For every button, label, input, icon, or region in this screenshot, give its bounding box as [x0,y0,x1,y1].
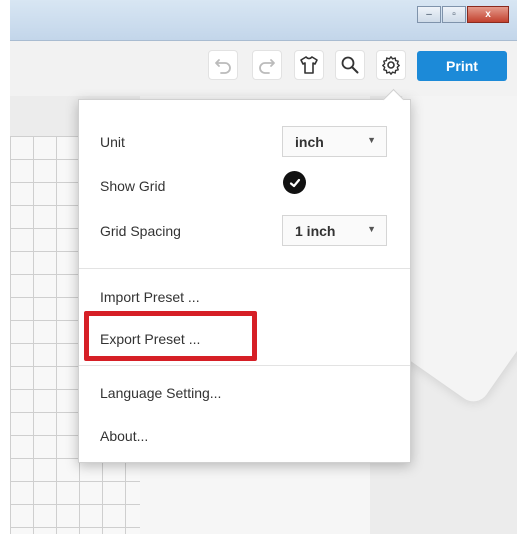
search-button[interactable] [335,50,365,80]
undo-button[interactable] [208,50,238,80]
toolbar: Print [10,41,517,96]
checkmark-icon [289,178,300,187]
show-grid-label: Show Grid [100,178,166,194]
gear-icon [382,56,400,75]
window-controls: – ▫ x [417,6,509,23]
tshirt-button[interactable] [294,50,324,80]
language-setting-item[interactable]: Language Setting... [100,385,221,401]
minimize-button[interactable]: – [417,6,441,23]
menu-divider [79,268,410,269]
grid-spacing-select[interactable]: 1 inch ▼ [282,215,387,246]
about-item[interactable]: About... [100,428,148,444]
grid-spacing-label: Grid Spacing [100,223,181,239]
grid-spacing-value: 1 inch [295,223,336,239]
settings-button[interactable] [376,50,406,80]
show-grid-checkbox[interactable] [283,171,306,194]
close-button[interactable]: x [467,6,509,23]
window-titlebar: – ▫ x [10,0,517,41]
chevron-down-icon: ▼ [367,135,376,145]
export-preset-highlight [84,311,257,361]
tshirt-icon [300,56,318,74]
unit-select-value: inch [295,134,324,150]
maximize-button[interactable]: ▫ [442,6,466,23]
unit-select[interactable]: inch ▼ [282,126,387,157]
search-icon [341,56,359,74]
unit-label: Unit [100,134,125,150]
print-button[interactable]: Print [417,51,507,81]
redo-icon [259,59,275,74]
settings-menu: Unit inch ▼ Show Grid Grid Spacing 1 inc… [78,88,411,463]
redo-button[interactable] [252,50,282,80]
import-preset-item[interactable]: Import Preset ... [100,289,200,305]
undo-icon [215,59,231,74]
menu-divider [79,365,410,366]
chevron-down-icon: ▼ [367,224,376,234]
